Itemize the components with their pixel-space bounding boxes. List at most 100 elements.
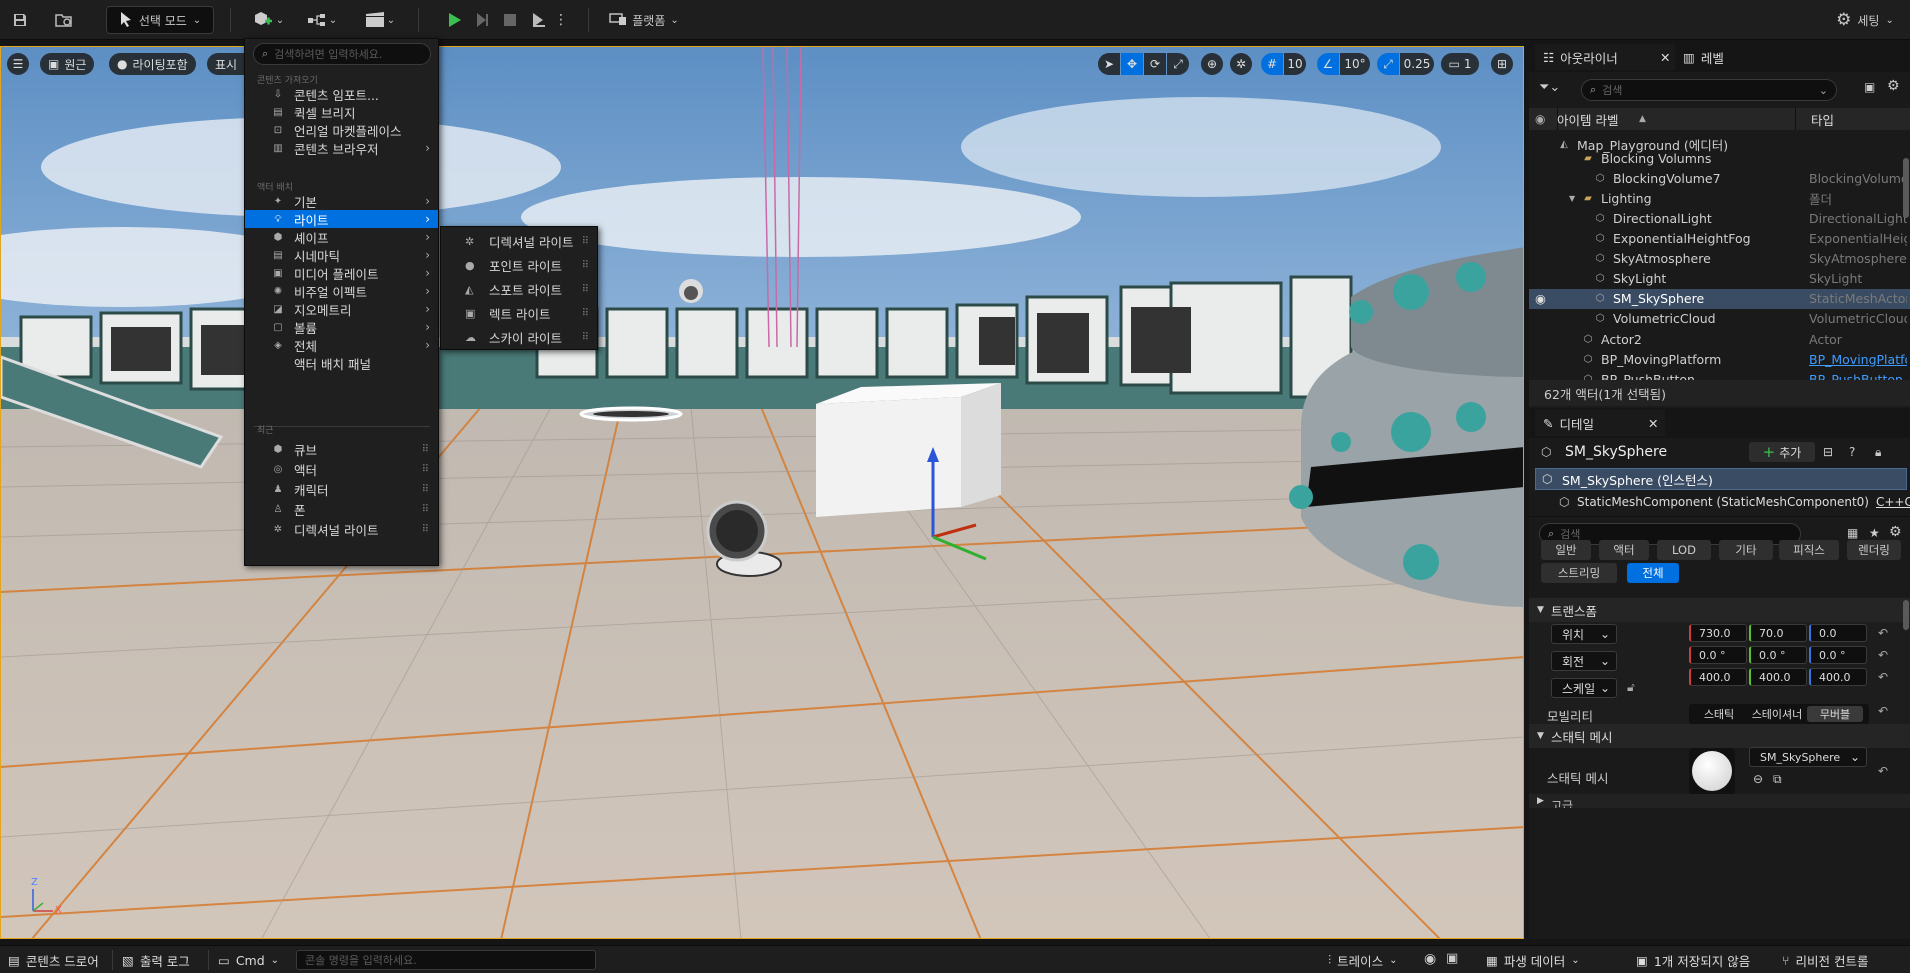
menu-item-recent[interactable]: ⬢ 큐브 ⠿ (245, 439, 438, 459)
outliner-row[interactable]: ▰ Blocking Volumns (1529, 148, 1910, 168)
perspective-button[interactable]: ▣ 원근 (40, 53, 95, 75)
rotation-dropdown[interactable]: 회전 ⌄ (1551, 651, 1617, 671)
outliner-row[interactable]: ⬡ SkyAtmosphere SkyAtmosphere (1529, 249, 1910, 269)
content-drawer-button[interactable]: ▤ 콘텐츠 드로어 (8, 949, 99, 971)
menu-item-place[interactable]: 💡︎ 라이트 › (245, 210, 438, 228)
save-icon[interactable] (8, 6, 32, 34)
outliner-item-type[interactable]: BP_PushButton (1809, 372, 1907, 380)
reset-icon[interactable]: ↶ (1878, 648, 1888, 662)
grid-snap-value[interactable]: 10 (1284, 53, 1306, 75)
outliner-row[interactable]: ⬡ SkyLight SkyLight (1529, 269, 1910, 289)
drag-handle-icon[interactable]: ⠿ (582, 308, 589, 319)
outliner-row[interactable]: ⬡ BP_MovingPlatform BP_MovingPlatform (1529, 349, 1910, 369)
scale-tool-icon[interactable]: ⤢ (1167, 53, 1189, 75)
transform-section[interactable]: ▼ 트랜스폼 (1529, 598, 1910, 622)
component-row[interactable]: ⬡ StaticMeshComponent (StaticMeshCompone… (1529, 491, 1910, 513)
outliner-row[interactable]: ⬡ DirectionalLight DirectionalLight (1529, 208, 1910, 228)
submenu-item[interactable]: ▣ 렉트 라이트 ⠿ (441, 301, 597, 325)
add-folder-icon[interactable]: ▣ (1864, 80, 1875, 94)
blueprint-button[interactable]: ⌄ (302, 6, 342, 34)
menu-item-place[interactable]: ◈ 전체 › (245, 336, 438, 354)
location-dropdown[interactable]: 위치 ⌄ (1551, 624, 1617, 644)
advanced-section[interactable]: ▶ 고급 (1529, 794, 1910, 808)
selection-mode-dropdown[interactable]: 선택 모드 ⌄ (106, 6, 214, 34)
outliner-row[interactable]: ⬡ ExponentialHeightFog ExponentialHeightFo… (1529, 229, 1910, 249)
rotation-z-field[interactable]: 0.0 ° (1809, 646, 1867, 664)
derived-data-dropdown[interactable]: ▦ 파생 데이터 ⌄ (1486, 949, 1580, 971)
blueprint-icon[interactable]: ⊟ (1823, 445, 1833, 459)
mobility-option-2[interactable]: 스테이셔너 (1749, 706, 1805, 722)
close-icon[interactable]: ✕ (1660, 50, 1670, 65)
category-tab-5[interactable]: 피직스 (1779, 540, 1839, 560)
play-options-menu-icon[interactable]: ⋮ (554, 6, 568, 34)
component-cpp-link[interactable]: C++C (1876, 495, 1910, 509)
rotation-x-field[interactable]: 0.0 ° (1689, 646, 1747, 664)
tab-details[interactable]: ✎ 디테일 ✕ (1535, 410, 1665, 436)
category-tab-2[interactable]: 액터 (1599, 540, 1649, 560)
drag-handle-icon[interactable]: ⠿ (422, 464, 429, 475)
drag-handle-icon[interactable]: ⠿ (582, 236, 589, 247)
outliner-row[interactable]: ◉ ⬡ SM_SkySphere StaticMeshActor (1529, 288, 1910, 309)
use-selected-icon[interactable]: ⊖ (1753, 772, 1763, 786)
reset-icon[interactable]: ↶ (1878, 764, 1888, 778)
tab-outliner[interactable]: ☷ 아웃라이너 ✕ (1535, 44, 1675, 70)
outliner-settings-icon[interactable]: ⚙ (1887, 78, 1900, 94)
drag-handle-icon[interactable]: ⠿ (422, 524, 429, 535)
viewport-menu-icon[interactable]: ☰ (7, 53, 29, 75)
rotation-y-field[interactable]: 0.0 ° (1749, 646, 1807, 664)
outliner-search-field[interactable]: ⌕ 검색 ⌄ (1581, 79, 1837, 101)
drag-handle-icon[interactable]: ⠿ (582, 332, 589, 343)
rotation-snap-value[interactable]: 10° (1340, 53, 1370, 75)
star-icon[interactable]: ★ (1869, 526, 1880, 540)
menu-item-recent[interactable]: ♙ 폰 ⠿ (245, 499, 438, 519)
eject-button[interactable] (526, 6, 550, 34)
instance-row[interactable]: ⬡ SM_SkySphere (인스턴스) (1535, 468, 1907, 490)
browse-level-icon[interactable] (52, 6, 76, 34)
tab-levels[interactable]: ▥ 레벨 (1683, 44, 1763, 70)
rotate-tool-icon[interactable]: ⟳ (1144, 53, 1166, 75)
browse-icon[interactable]: ⧉ (1773, 772, 1782, 787)
layout-icon[interactable]: ⊞ (1491, 53, 1513, 75)
settings-dropdown[interactable]: ⚙ 세팅 ⌄ (1826, 6, 1904, 34)
scale-x-field[interactable]: 400.0 (1689, 668, 1747, 686)
level-viewport[interactable]: ☰ ▣ 원근 ● 라이팅포함 표시 ➤ ✥ ⟳ ⤢ ⊕ ✲ # 10 ∠ 10° ⤢… (0, 46, 1524, 939)
record-icon[interactable]: ◉ (1424, 951, 1436, 967)
reset-icon[interactable]: ↶ (1878, 626, 1888, 640)
stop-button[interactable] (498, 6, 522, 34)
surface-snap-icon[interactable]: ✲ (1230, 53, 1252, 75)
outliner-row[interactable]: ⬡ Actor2 Actor (1529, 329, 1910, 349)
rotation-snap-icon[interactable]: ∠ (1317, 53, 1339, 75)
scale-z-field[interactable]: 400.0 (1809, 668, 1867, 686)
details-settings-icon[interactable]: ⚙ (1889, 524, 1902, 540)
scale-y-field[interactable]: 400.0 (1749, 668, 1807, 686)
visibility-icon[interactable]: ◉ (1535, 112, 1545, 126)
submenu-item[interactable]: ☁ 스카이 라이트 ⠿ (441, 325, 597, 349)
view-mode-button[interactable]: ● 라이팅포함 (109, 53, 196, 75)
drag-handle-icon[interactable]: ⠿ (422, 444, 429, 455)
menu-item-place[interactable]: ▤ 시네마틱 › (245, 246, 438, 264)
drag-handle-icon[interactable]: ⠿ (422, 484, 429, 495)
mesh-thumbnail[interactable] (1689, 748, 1735, 794)
static-mesh-dropdown[interactable]: SM_SkySphere ⌄ (1749, 747, 1867, 767)
scale-snap-icon[interactable]: ⤢ (1377, 53, 1399, 75)
scale-dropdown[interactable]: 스케일 ⌄ (1551, 678, 1617, 698)
category-tab-7[interactable]: 스트리밍 (1541, 563, 1617, 583)
add-component-button[interactable]: + 추가 (1749, 442, 1815, 462)
close-icon[interactable]: ✕ (1648, 416, 1658, 431)
scale-snap-value[interactable]: 0.25 (1400, 53, 1434, 75)
submenu-item[interactable]: ✲ 디렉셔널 라이트 ⠿ (441, 229, 597, 253)
revision-control-button[interactable]: ⑂ 리비전 컨트롤 (1782, 949, 1869, 971)
menu-search-field[interactable]: ⌕ 검색하려면 입력하세요. (253, 43, 431, 65)
category-tab-4[interactable]: 기타 (1719, 540, 1773, 560)
visibility-icon[interactable]: ◉ (1535, 291, 1546, 306)
submenu-item[interactable]: ● 포인트 라이트 ⠿ (441, 253, 597, 277)
platforms-dropdown[interactable]: 플랫폼 ⌄ (604, 6, 684, 34)
drag-handle-icon[interactable]: ⠿ (582, 260, 589, 271)
menu-item-place[interactable]: ✺ 비주얼 이펙트 › (245, 282, 438, 300)
outliner-row[interactable]: ▼ ▰ Lighting 폴더 (1529, 188, 1910, 208)
outliner-scrollbar[interactable] (1903, 158, 1909, 218)
menu-item-place[interactable]: 액터 배치 패널 (245, 354, 438, 372)
col-item-label[interactable]: 아이템 라벨 (1557, 110, 1618, 129)
show-button[interactable]: 표시 (207, 53, 246, 75)
outliner-item-type[interactable]: BP_MovingPlatform (1809, 352, 1907, 367)
